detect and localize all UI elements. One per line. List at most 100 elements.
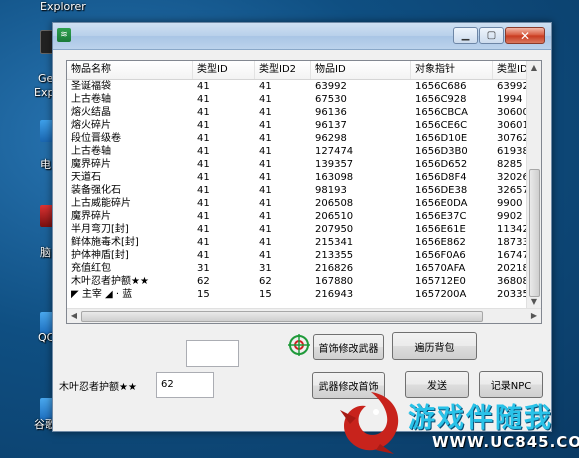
object-pointer-cell: 1656E862 xyxy=(415,237,466,248)
object-pointer-cell: 1656C928 xyxy=(415,94,467,105)
desktop-label-2: Explor xyxy=(34,86,52,99)
type-id-cell: 41 xyxy=(197,133,210,144)
type-id-cell: 41 xyxy=(197,211,210,222)
object-pointer-cell: 1657200A xyxy=(415,289,467,300)
desktop-label-5: QC xyxy=(38,331,52,344)
vertical-scroll-thumb[interactable] xyxy=(529,169,540,297)
type-id2-cell: 41 xyxy=(259,185,272,196)
item-list-view[interactable]: 物品名称 类型ID 类型ID2 物品ID 对象指针 类型ID3 圣诞福袋 41 41… xyxy=(66,60,542,324)
type-id-cell: 41 xyxy=(197,250,210,261)
minimize-button[interactable]: ▁ xyxy=(453,27,478,44)
table-row[interactable]: 上古卷轴 41 41 67530 1656C928 1994 xyxy=(67,93,529,106)
title-bar[interactable]: ≋ ▁ ▢ ✕ xyxy=(53,23,551,50)
table-row[interactable]: 熔火碎片 41 41 96137 1656CE6C 30601 xyxy=(67,119,529,132)
watermark-url: WWW.UC845.COM xyxy=(432,433,579,451)
table-row[interactable]: 充值红包 31 31 216826 16570AFA 20218 xyxy=(67,262,529,275)
object-pointer-cell: 1656F0A6 xyxy=(415,250,466,261)
item-name-cell: ◤ 主宰 ◢ · 蓝 xyxy=(71,289,133,300)
item-id-cell: 167880 xyxy=(315,276,354,287)
object-pointer-cell: 1656E61E xyxy=(415,224,466,235)
item-name-cell: 护体神盾[封] xyxy=(71,250,129,261)
table-row[interactable]: ◤ 主宰 ◢ · 蓝 15 15 216943 1657200A 20335 xyxy=(67,288,529,301)
item-id-cell: 98193 xyxy=(315,185,347,196)
item-name-cell: 上古卷轴 xyxy=(71,146,111,157)
crosshair-icon[interactable] xyxy=(288,334,310,356)
maximize-icon: ▢ xyxy=(486,29,497,41)
item-id-cell: 96136 xyxy=(315,107,347,118)
scroll-left-icon[interactable]: ◀ xyxy=(67,309,81,323)
table-row[interactable]: 熔火结晶 41 41 96136 1656CBCA 30600 xyxy=(67,106,529,119)
table-row[interactable]: 魔界碎片 41 41 206510 1656E37C 9902 xyxy=(67,210,529,223)
type-id-cell: 62 xyxy=(197,276,210,287)
type-id2-cell: 15 xyxy=(259,289,272,300)
object-pointer-cell: 1656CE6C xyxy=(415,120,468,131)
close-button[interactable]: ✕ xyxy=(505,27,545,44)
type-id-cell: 41 xyxy=(197,120,210,131)
table-row[interactable]: 天道石 41 41 163098 1656D8F4 32026 xyxy=(67,171,529,184)
item-id-cell: 207950 xyxy=(315,224,354,235)
type-id2-cell: 31 xyxy=(259,263,272,274)
type-id2-cell: 41 xyxy=(259,107,272,118)
item-name-cell: 上古威能碎片 xyxy=(71,198,131,209)
item-id-cell: 206510 xyxy=(315,211,354,222)
horizontal-scroll-thumb[interactable] xyxy=(81,311,483,322)
column-header-object-pointer[interactable]: 对象指针 xyxy=(411,61,493,79)
item-value-field[interactable]: 62 xyxy=(156,372,214,398)
table-row[interactable]: 装备强化石 41 41 98193 1656DE38 32657 xyxy=(67,184,529,197)
vertical-scrollbar[interactable]: ▲ ▼ xyxy=(526,61,541,309)
type-id2-cell: 41 xyxy=(259,81,272,92)
object-pointer-cell: 1656C686 xyxy=(415,81,467,92)
watermark-title: 游戏伴随我 xyxy=(408,403,553,434)
item-name-cell: 段位晋级卷 xyxy=(71,133,121,144)
table-row[interactable]: 魔界碎片 41 41 139357 1656D652 8285 xyxy=(67,158,529,171)
item-name-cell: 充值红包 xyxy=(71,263,111,274)
type-id2-cell: 62 xyxy=(259,276,272,287)
scroll-right-icon[interactable]: ▶ xyxy=(527,309,541,323)
item-name-cell: 上古卷轴 xyxy=(71,94,111,105)
table-row[interactable]: 护体神盾[封] 41 41 213355 1656F0A6 16747 xyxy=(67,249,529,262)
table-row[interactable]: 上古卷轴 41 41 127474 1656D3B0 61938 xyxy=(67,145,529,158)
item-name-cell: 熔火碎片 xyxy=(71,120,111,131)
top-input-field[interactable] xyxy=(186,340,239,367)
desktop-label-1: Ge xyxy=(38,72,52,85)
maximize-button[interactable]: ▢ xyxy=(479,27,504,44)
type-id2-cell: 41 xyxy=(259,250,272,261)
type-id-cell: 41 xyxy=(197,198,210,209)
type-id-cell: 41 xyxy=(197,237,210,248)
table-row[interactable]: 段位晋级卷 41 41 96298 1656D10E 30762 xyxy=(67,132,529,145)
object-pointer-cell: 165712E0 xyxy=(415,276,466,287)
object-pointer-cell: 1656DE38 xyxy=(415,185,468,196)
type-id-cell: 41 xyxy=(197,159,210,170)
type-id-cell: 41 xyxy=(197,94,210,105)
item-id-cell: 96137 xyxy=(315,120,347,131)
item-id-cell: 206508 xyxy=(315,198,354,209)
column-header-type-id[interactable]: 类型ID xyxy=(193,61,255,79)
column-header-type-id2[interactable]: 类型ID2 xyxy=(255,61,311,79)
app-window: ≋ ▁ ▢ ✕ 物品名称 类型ID 类型ID2 物品ID 对象指针 类型ID3 … xyxy=(52,22,552,432)
window-controls: ▁ ▢ ✕ xyxy=(452,27,545,45)
traverse-bag-button[interactable]: 遍历背包 xyxy=(392,332,477,360)
table-row[interactable]: 木叶忍者护额★★ 62 62 167880 165712E0 36808 xyxy=(67,275,529,288)
table-row[interactable]: 鲜体施毒术[封] 41 41 215341 1656E862 18733 xyxy=(67,236,529,249)
minimize-icon: ▁ xyxy=(461,29,470,41)
item-name-label: 木叶忍者护额★★ xyxy=(59,382,137,393)
type-id2-cell: 41 xyxy=(259,211,272,222)
type-id2-cell: 41 xyxy=(259,198,272,209)
horizontal-scrollbar[interactable]: ◀ ▶ xyxy=(67,308,541,323)
item-id-cell: 63992 xyxy=(315,81,347,92)
scroll-up-icon[interactable]: ▲ xyxy=(527,61,541,75)
object-pointer-cell: 1656D10E xyxy=(415,133,468,144)
item-id-cell: 215341 xyxy=(315,237,354,248)
table-row[interactable]: 圣诞福袋 41 41 63992 1656C686 63992 xyxy=(67,80,529,93)
site-watermark: 游戏伴随我 WWW.UC845.COM xyxy=(336,386,579,458)
column-header-item-id[interactable]: 物品ID xyxy=(311,61,411,79)
column-header-item-name[interactable]: 物品名称 xyxy=(67,61,193,79)
type-id-cell: 41 xyxy=(197,172,210,183)
table-row[interactable]: 上古威能碎片 41 41 206508 1656E0DA 9900 xyxy=(67,197,529,210)
table-row[interactable]: 半月弯刀[封] 41 41 207950 1656E61E 11342 xyxy=(67,223,529,236)
item-name-cell: 熔火结晶 xyxy=(71,107,111,118)
object-pointer-cell: 1656D652 xyxy=(415,159,468,170)
accessory-modify-weapon-button[interactable]: 首饰修改武器 xyxy=(313,334,384,360)
scroll-down-icon[interactable]: ▼ xyxy=(527,295,541,309)
type-id-cell: 31 xyxy=(197,263,210,274)
